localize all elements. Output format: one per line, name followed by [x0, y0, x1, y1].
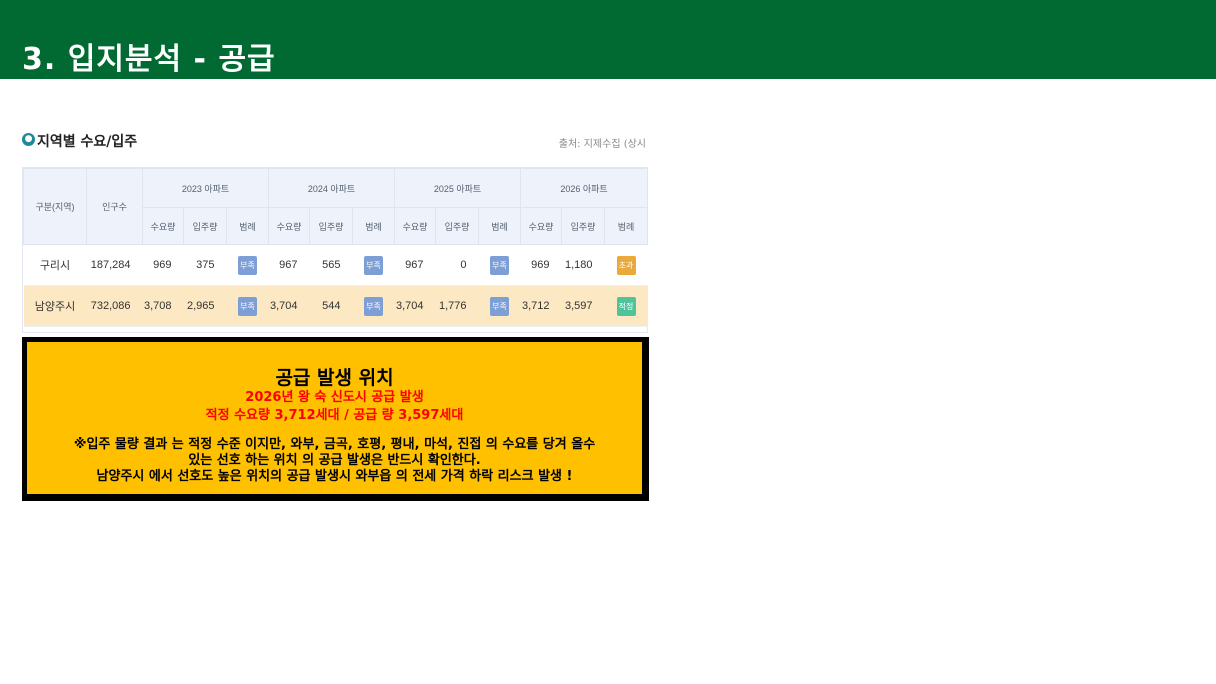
legend-cell: 부족	[478, 285, 521, 327]
demand-cell: 3,704	[268, 285, 310, 327]
slide-header: 3. 입지분석 - 공급	[0, 0, 1216, 79]
callout-box: 공급 발생 위치 2026년 왕 숙 신도시 공급 발생 적정 수요량 3,71…	[22, 337, 649, 501]
supply-cell: 2,965	[183, 285, 227, 327]
callout-body-line: 있는 선호 하는 위치 의 공급 발생은 반드시 확인한다.	[188, 453, 481, 468]
callout-highlight-line: 2026년 왕 숙 신도시 공급 발생	[245, 390, 424, 405]
demand-cell: 969	[520, 244, 562, 286]
header-year: 2024 아파트	[268, 168, 395, 208]
location-pin-icon: ●	[22, 133, 35, 146]
demand-cell: 3,712	[520, 285, 562, 327]
supply-cell: 375	[183, 244, 227, 286]
header-population: 인구수	[86, 168, 143, 245]
header-supply: 입주량	[309, 207, 353, 245]
legend-cell: 부족	[352, 285, 395, 327]
supply-cell: 0	[435, 244, 479, 286]
header-supply: 입주량	[435, 207, 479, 245]
header-demand: 수요량	[268, 207, 310, 245]
population-cell: 732,086	[86, 285, 143, 327]
header-legend: 범례	[226, 207, 269, 245]
legend-cell: 부족	[226, 244, 269, 286]
header-legend: 범례	[352, 207, 395, 245]
section-title: 지역별 수요/입주	[37, 134, 138, 150]
legend-cell: 부족	[352, 244, 395, 286]
legend-cell: 초과	[604, 244, 648, 286]
callout-body-line: ※입주 물량 결과 는 적정 수준 이지만, 와부, 금곡, 호평, 평내, 마…	[73, 437, 596, 452]
legend-badge: 부족	[364, 255, 383, 275]
legend-cell: 적정	[604, 285, 648, 327]
supply-cell: 1,180	[561, 244, 605, 286]
supply-cell: 544	[309, 285, 353, 327]
demand-cell: 967	[268, 244, 310, 286]
legend-badge: 적정	[616, 296, 636, 316]
legend-badge: 부족	[364, 296, 383, 316]
header-supply: 입주량	[183, 207, 227, 245]
demand-cell: 3,708	[142, 285, 184, 327]
callout-content: 공급 발생 위치 2026년 왕 숙 신도시 공급 발생 적정 수요량 3,71…	[27, 342, 642, 494]
callout-body: ※입주 물량 결과 는 적정 수준 이지만, 와부, 금곡, 호평, 평내, 마…	[33, 437, 636, 485]
region-cell: 구리시	[23, 244, 87, 286]
header-demand: 수요량	[394, 207, 436, 245]
legend-badge: 초과	[616, 255, 636, 275]
header-year: 2025 아파트	[394, 168, 521, 208]
source-note: 출처: 지제수집 (상시	[558, 139, 646, 150]
header-region: 구분(지역)	[23, 168, 87, 245]
demand-cell: 967	[394, 244, 436, 286]
slide-title: 3. 입지분석 - 공급	[22, 42, 276, 77]
legend-badge: 부족	[238, 296, 257, 316]
legend-badge: 부족	[238, 255, 257, 275]
supply-cell: 3,597	[561, 285, 605, 327]
header-year: 2026 아파트	[520, 168, 648, 208]
supply-cell: 1,776	[435, 285, 479, 327]
section-header: ● 지역별 수요/입주 출처: 지제수집 (상시	[22, 131, 646, 155]
legend-badge: 부족	[490, 296, 509, 316]
header-supply: 입주량	[561, 207, 605, 245]
header-legend: 범례	[478, 207, 521, 245]
table-row: 구리시 187,284 969 375 부족 967 565 부족 967 0 …	[23, 244, 648, 286]
header-legend: 범례	[604, 207, 648, 245]
callout-highlight-line: 적정 수요량 3,712세대 / 공급 량 3,597세대	[205, 408, 464, 423]
region-cell: 남양주시	[23, 285, 87, 327]
table-row: 남양주시 732,086 3,708 2,965 부족 3,704 544 부족…	[23, 285, 648, 327]
demand-cell: 969	[142, 244, 184, 286]
demand-cell: 3,704	[394, 285, 436, 327]
supply-demand-table: 구분(지역) 인구수 2023 아파트 2024 아파트 2025 아파트 20…	[22, 167, 648, 333]
header-demand: 수요량	[142, 207, 184, 245]
legend-badge: 부족	[490, 255, 509, 275]
population-cell: 187,284	[86, 244, 143, 286]
callout-body-line: 남양주시 에서 선호도 높은 위치의 공급 발생시 와부읍 의 전세 가격 하락…	[96, 469, 573, 484]
legend-cell: 부족	[226, 285, 269, 327]
header-year: 2023 아파트	[142, 168, 269, 208]
legend-cell: 부족	[478, 244, 521, 286]
supply-cell: 565	[309, 244, 353, 286]
header-demand: 수요량	[520, 207, 562, 245]
